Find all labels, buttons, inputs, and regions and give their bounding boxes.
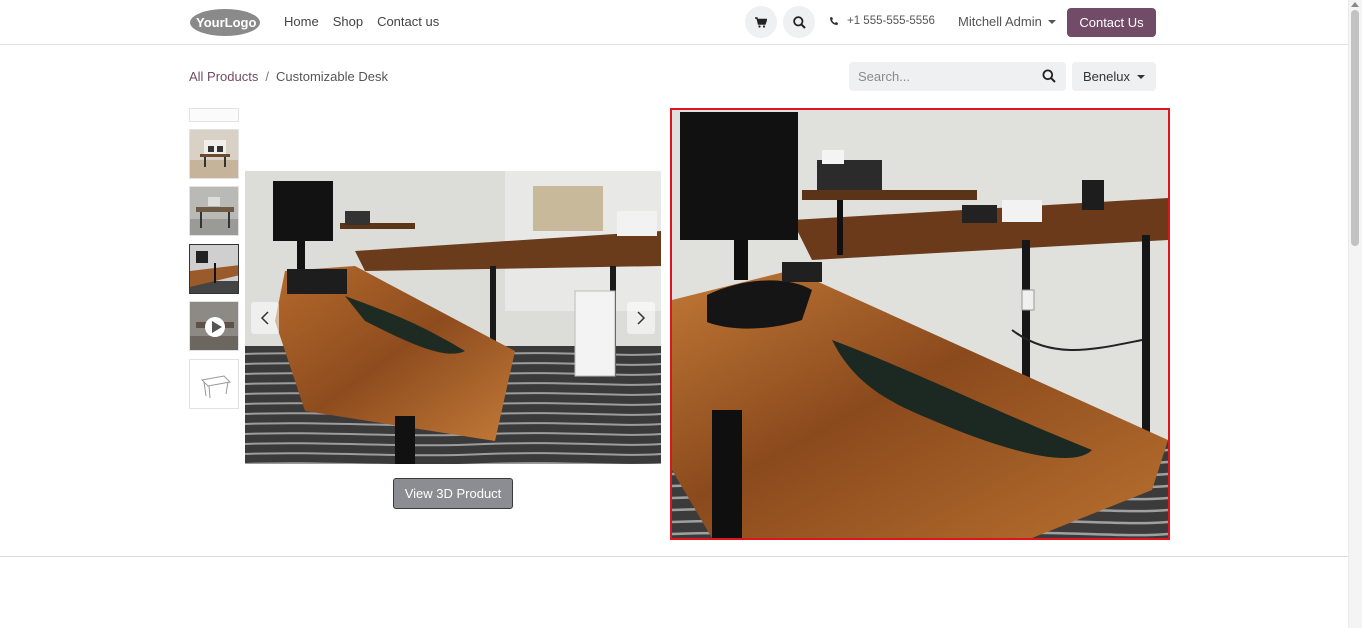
thumbnail-office-room[interactable] [189,129,239,179]
thumbnail-walnut-desk[interactable] [189,244,239,294]
pricelist-selected: Benelux [1083,69,1130,84]
thumbnail-desk-laptop[interactable] [189,186,239,236]
nav-contact-us[interactable]: Contact us [377,14,439,29]
main-product-image[interactable] [245,171,661,464]
search-icon[interactable] [1042,69,1056,83]
thumbnail-video[interactable] [189,301,239,351]
search-input[interactable] [858,69,1034,84]
nav-shop[interactable]: Shop [333,14,363,29]
cart-button[interactable] [745,6,777,38]
thumbnail-image [190,130,238,178]
chevron-down-icon [1047,19,1056,24]
cart-icon [755,16,767,28]
thumbnail-image [190,245,238,293]
scrollbar-thumb[interactable] [1351,10,1359,246]
phone-number: +1 555-555-5556 [847,15,935,27]
thumbnail-image [190,302,238,350]
section-divider [0,556,1348,557]
breadcrumb: All Products / Customizable Desk [189,69,388,84]
carousel-prev-button[interactable] [251,302,279,334]
user-name: Mitchell Admin [958,14,1042,29]
thumbnail-image [190,109,238,121]
carousel-next-button[interactable] [627,302,655,334]
thumbnail-image [190,187,238,235]
breadcrumb-all-products[interactable]: All Products [189,69,258,84]
user-menu[interactable]: Mitchell Admin [958,14,1056,29]
scroll-up-icon[interactable] [1351,2,1359,7]
chevron-down-icon [1136,74,1145,79]
header-search-button[interactable] [783,6,815,38]
site-header: YourLogo Home Shop Contact us +1 555-555… [0,0,1348,45]
thumbnail-image [200,375,232,399]
thumbnail-blank[interactable] [189,108,239,122]
chevron-left-icon [260,311,269,325]
main-nav: Home Shop Contact us [284,14,439,29]
page: YourLogo Home Shop Contact us +1 555-555… [0,0,1362,628]
view-3d-product-button[interactable]: View 3D Product [393,478,513,509]
nav-home[interactable]: Home [284,14,319,29]
pricelist-dropdown[interactable]: Benelux [1072,62,1156,91]
phone-icon [830,17,838,25]
thumbnail-desk-sketch[interactable] [189,359,239,409]
desk-photo [245,171,661,464]
zoom-image-panel [670,108,1170,540]
phone-link[interactable]: +1 555-555-5556 [829,15,935,27]
chevron-right-icon [637,311,646,325]
logo-text: YourLogo [196,15,256,30]
contact-us-button[interactable]: Contact Us [1067,8,1156,37]
zoomed-desk-photo [672,110,1168,538]
logo[interactable]: YourLogo [189,8,261,37]
search-icon [792,15,806,29]
breadcrumb-separator: / [265,69,269,84]
breadcrumb-current: Customizable Desk [276,69,388,84]
product-search [849,62,1066,91]
